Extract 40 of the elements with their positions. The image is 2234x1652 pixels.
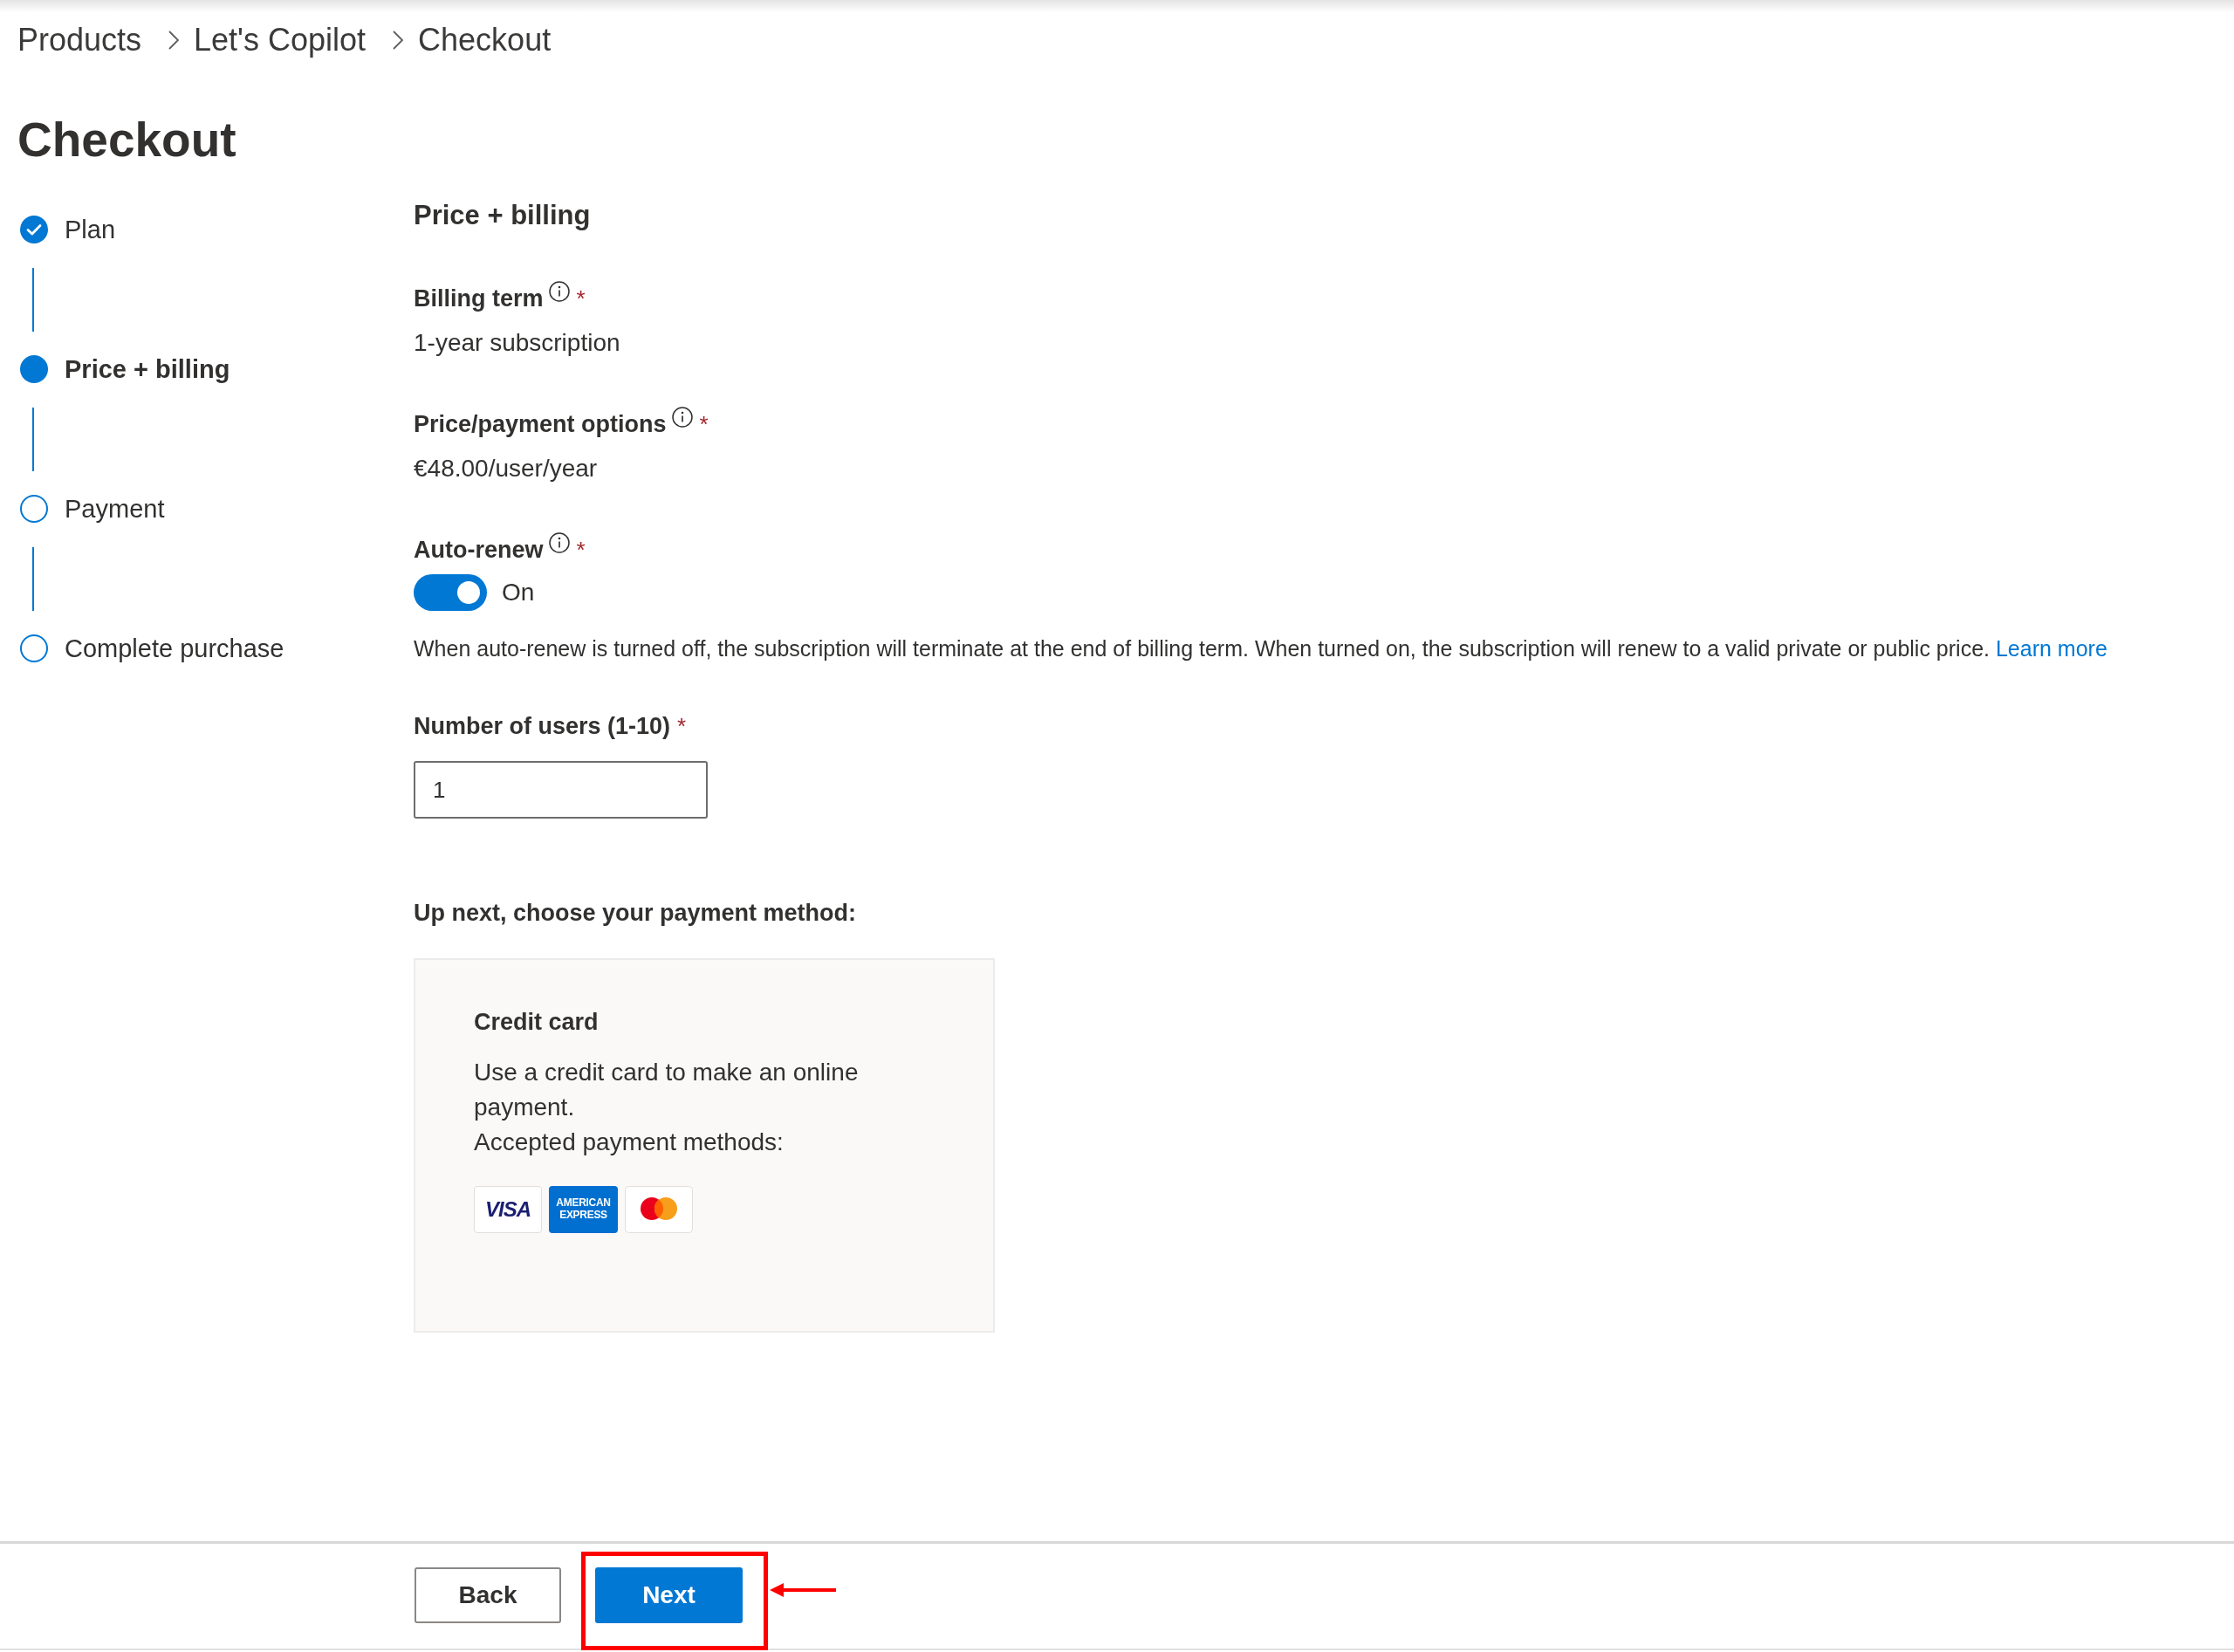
field-label: Price/payment options <box>414 410 667 439</box>
chevron-right-icon <box>392 30 405 51</box>
auto-renew-description: When auto-renew is turned off, the subscription will terminate at the end of billing term. When turned on, the subscription will renew to a valid private or public price. Learn more <box>414 635 2107 662</box>
breadcrumb-link[interactable]: Products <box>17 20 142 60</box>
mastercard-logo-icon <box>625 1186 693 1233</box>
left-arrow-icon <box>770 1581 836 1599</box>
credit-card-option[interactable]: Credit card Use a credit card to make an online payment. Accepted payment methods: VISA AMERICAN EXPRESS <box>414 958 995 1333</box>
back-button[interactable]: Back <box>415 1567 561 1623</box>
info-icon[interactable] <box>548 532 570 553</box>
field-value: €48.00/user/year <box>414 454 598 483</box>
toggle-state-label: On <box>502 578 535 607</box>
required-mark: * <box>576 284 586 313</box>
amex-logo: AMERICAN EXPRESS <box>549 1186 618 1233</box>
info-icon[interactable] <box>671 407 693 428</box>
field-label: Number of users (1-10) <box>414 712 671 741</box>
number-input-field[interactable]: 1 <box>414 761 708 819</box>
page-title: Checkout <box>17 112 236 168</box>
option-title: Credit card <box>474 1008 599 1037</box>
visa-logo: VISA <box>474 1186 542 1233</box>
field-value: 1-year subscription <box>414 328 620 358</box>
accepted-methods-label: Accepted payment methods: <box>474 1128 784 1157</box>
payment-prompt: Up next, choose your payment method: <box>414 899 857 928</box>
toggle-switch[interactable] <box>414 574 487 611</box>
info-icon[interactable] <box>548 281 570 302</box>
step-label: Plan <box>65 215 116 245</box>
breadcrumb-link[interactable]: Let's Copilot <box>194 20 367 60</box>
breadcrumb-current: Checkout <box>418 21 552 59</box>
required-mark: * <box>699 410 709 439</box>
next-button[interactable]: Next <box>595 1567 743 1623</box>
step-label: Payment <box>65 494 165 524</box>
required-mark: * <box>677 712 687 741</box>
option-description: Use a credit card to make an online payment. <box>474 1058 860 1122</box>
step-label: Price + billing <box>65 354 230 385</box>
section-heading: Price + billing <box>414 199 591 232</box>
learn-more-link[interactable]: Learn more <box>1995 636 2107 661</box>
required-mark: * <box>576 536 586 565</box>
step-label: Complete purchase <box>65 634 284 664</box>
chevron-right-icon <box>168 30 181 51</box>
field-label: Auto-renew <box>414 536 544 565</box>
field-label: Billing term <box>414 284 544 313</box>
